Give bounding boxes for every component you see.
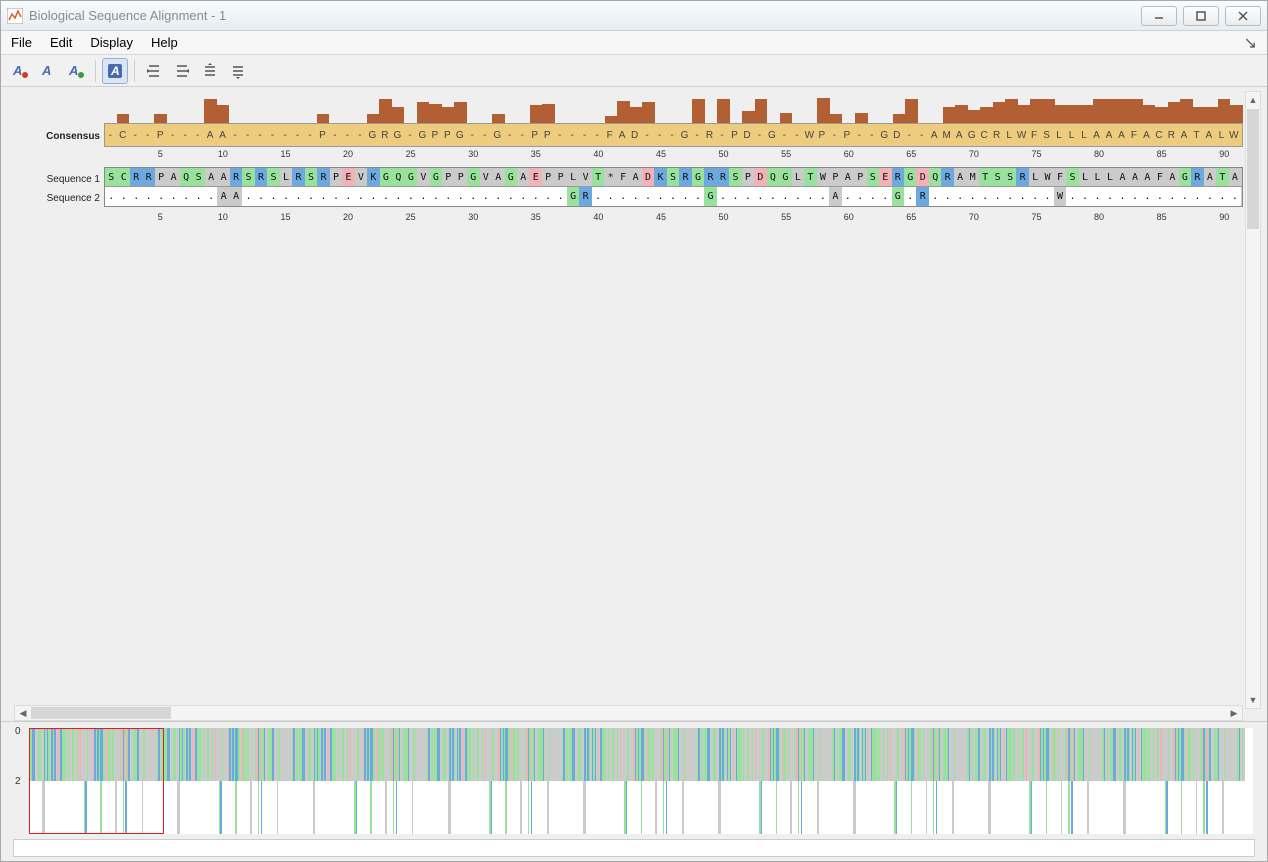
font-plain-button[interactable]: A [35,58,61,84]
status-bar [13,839,1255,857]
overview-row-1 [29,728,1253,781]
minimize-button[interactable] [1141,6,1177,26]
title-bar: Biological Sequence Alignment - 1 [1,1,1267,31]
svg-text:A: A [12,63,22,78]
sequence2-label: Sequence 2 [14,193,100,204]
sequence-2-row[interactable]: .........AA..........................GR.… [105,187,1242,206]
close-button[interactable] [1225,6,1261,26]
toolbar: A A A A [1,55,1267,87]
svg-text:A: A [68,63,78,78]
ruler-bottom: 51015202530354045505560657075808590 [104,212,1243,226]
ruler-top: 51015202530354045505560657075808590 [104,149,1243,163]
scroll-left-icon[interactable]: ◀ [15,708,31,719]
toolbar-separator [134,60,135,82]
maximize-button[interactable] [1183,6,1219,26]
font-color-red-button[interactable]: A [7,58,33,84]
scroll-thumb[interactable] [1247,109,1259,229]
menu-display[interactable]: Display [90,35,133,50]
sequence-1-row[interactable]: SCRRPAQSAARSRSLRSRPEVKGQGVGPPGVAGAEPPLVT… [105,168,1242,187]
menu-bar: File Edit Display Help ↘ [1,31,1267,55]
consensus-row[interactable]: -C--P---AA-------P---GRG-GPPG--G--PP----… [104,123,1243,147]
svg-text:A: A [110,64,120,78]
scroll-down-icon[interactable]: ▼ [1246,692,1260,708]
window-title: Biological Sequence Alignment - 1 [29,8,1141,23]
menu-edit[interactable]: Edit [50,35,72,50]
scroll-right-icon[interactable]: ▶ [1226,708,1242,719]
app-icon [7,8,23,24]
scroll-up-icon[interactable]: ▲ [1246,92,1260,108]
overview-row-2 [29,781,1253,834]
overview-canvas[interactable] [29,728,1253,834]
highlight-button[interactable]: A [102,58,128,84]
consensus-label: Consensus [14,131,100,142]
scroll-thumb-h[interactable] [31,707,171,719]
move-up-button[interactable] [197,58,223,84]
toolbar-separator [95,60,96,82]
overview-label-2: 2 [15,776,21,787]
sequence1-label: Sequence 1 [14,174,100,185]
overview-label-0: 0 [15,726,21,737]
sequence-rows[interactable]: SCRRPAQSAARSRSLRSRPEVKGQGVGPPGVAGAEPPLVT… [104,167,1243,207]
move-down-button[interactable] [225,58,251,84]
menu-help[interactable]: Help [151,35,178,50]
horizontal-scrollbar[interactable]: ◀ ▶ [14,705,1243,721]
indent-left-button[interactable] [169,58,195,84]
menu-overflow-icon[interactable]: ↘ [1244,33,1257,53]
alignment-viewer: Consensus Sequence 1 Sequence 2 -C--P---… [1,87,1267,721]
app-window: Biological Sequence Alignment - 1 File E… [0,0,1268,862]
menu-file[interactable]: File [11,35,32,50]
overview-panel: 0 2 [1,721,1267,861]
vertical-scrollbar[interactable]: ▲ ▼ [1245,91,1261,709]
indent-right-button[interactable] [141,58,167,84]
svg-text:A: A [41,63,51,78]
font-color-green-button[interactable]: A [63,58,89,84]
conservation-bars [104,93,1243,123]
